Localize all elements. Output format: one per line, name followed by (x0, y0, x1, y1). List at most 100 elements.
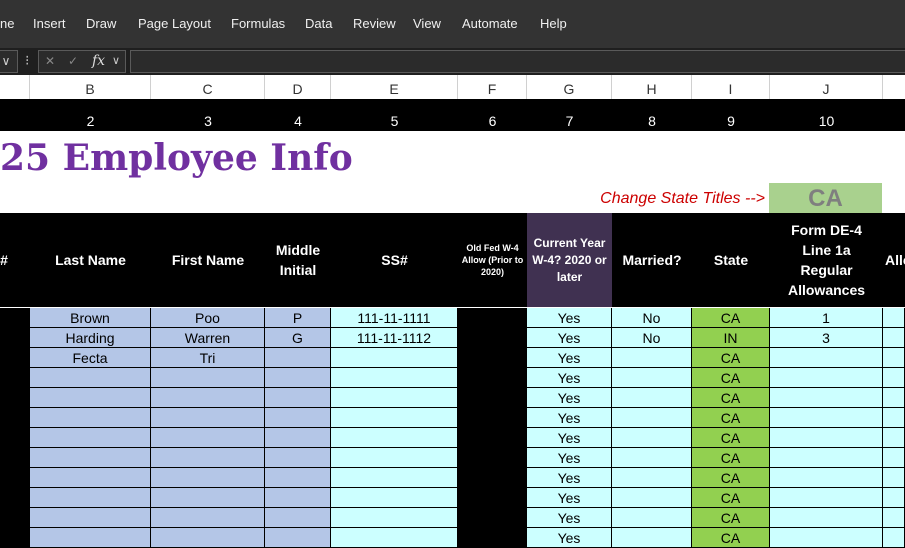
allowances-cell[interactable] (883, 428, 905, 448)
ssn-cell[interactable] (331, 408, 458, 428)
enter-icon[interactable]: ✓ (68, 54, 78, 68)
row-number-cell[interactable] (0, 508, 30, 528)
state-cell[interactable]: CA (692, 368, 770, 388)
row-number-cell[interactable] (0, 408, 30, 428)
state-cell[interactable]: CA (692, 528, 770, 548)
ssn-cell[interactable] (331, 448, 458, 468)
header-married[interactable]: Married? (612, 213, 692, 307)
last-name-cell[interactable] (30, 388, 151, 408)
header-current-year-w4[interactable]: Current Year W-4? 2020 or later (527, 213, 612, 307)
old-fed-cell[interactable] (458, 428, 527, 448)
married-cell[interactable] (612, 468, 692, 488)
state-cell[interactable]: CA (692, 348, 770, 368)
row-number-cell[interactable] (0, 308, 30, 328)
married-cell[interactable]: No (612, 308, 692, 328)
married-cell[interactable] (612, 448, 692, 468)
column-header-j[interactable]: J (770, 75, 883, 99)
allowances-cell[interactable] (883, 348, 905, 368)
column-header-b[interactable]: B (30, 75, 151, 99)
married-cell[interactable] (612, 348, 692, 368)
menu-review[interactable]: Review (353, 16, 396, 31)
de4-allowances-cell[interactable]: 3 (770, 328, 883, 348)
menu-formulas[interactable]: Formulas (231, 16, 285, 31)
state-cell[interactable]: CA (692, 408, 770, 428)
old-fed-cell[interactable] (458, 308, 527, 328)
row-number-cell[interactable] (0, 448, 30, 468)
first-name-cell[interactable]: Tri (151, 348, 265, 368)
first-name-cell[interactable] (151, 408, 265, 428)
state-cell[interactable]: CA (692, 508, 770, 528)
middle-initial-cell[interactable] (265, 468, 331, 488)
ssn-cell[interactable] (331, 368, 458, 388)
column-header-k[interactable] (883, 75, 905, 99)
header-last-name[interactable]: Last Name (30, 213, 151, 307)
state-cell[interactable]: CA (692, 428, 770, 448)
column-header-c[interactable]: C (151, 75, 265, 99)
menu-home[interactable]: ne (0, 16, 14, 31)
de4-allowances-cell[interactable] (770, 448, 883, 468)
middle-initial-cell[interactable] (265, 388, 331, 408)
current-year-cell[interactable]: Yes (527, 328, 612, 348)
insert-function-icon[interactable]: fx (92, 53, 105, 69)
first-name-cell[interactable] (151, 388, 265, 408)
middle-initial-cell[interactable]: P (265, 308, 331, 328)
name-box[interactable]: ∨ (0, 50, 18, 73)
row-number-cell[interactable] (0, 348, 30, 368)
last-name-cell[interactable] (30, 468, 151, 488)
first-name-cell[interactable] (151, 428, 265, 448)
ssn-cell[interactable] (331, 508, 458, 528)
middle-initial-cell[interactable] (265, 348, 331, 368)
last-name-cell[interactable] (30, 428, 151, 448)
current-year-cell[interactable]: Yes (527, 508, 612, 528)
middle-initial-cell[interactable] (265, 408, 331, 428)
allowances-cell[interactable] (883, 308, 905, 328)
menu-insert[interactable]: Insert (33, 16, 66, 31)
de4-allowances-cell[interactable] (770, 468, 883, 488)
married-cell[interactable]: No (612, 328, 692, 348)
first-name-cell[interactable] (151, 448, 265, 468)
last-name-cell[interactable] (30, 508, 151, 528)
header-first-name[interactable]: First Name (151, 213, 265, 307)
married-cell[interactable] (612, 428, 692, 448)
ssn-cell[interactable]: 111-11-1111 (331, 308, 458, 328)
ssn-cell[interactable] (331, 348, 458, 368)
ssn-cell[interactable] (331, 488, 458, 508)
current-year-cell[interactable]: Yes (527, 348, 612, 368)
old-fed-cell[interactable] (458, 348, 527, 368)
first-name-cell[interactable] (151, 488, 265, 508)
ssn-cell[interactable] (331, 528, 458, 548)
current-year-cell[interactable]: Yes (527, 388, 612, 408)
current-year-cell[interactable]: Yes (527, 528, 612, 548)
column-header-f[interactable]: F (458, 75, 527, 99)
state-cell[interactable]: CA (692, 488, 770, 508)
current-year-cell[interactable]: Yes (527, 488, 612, 508)
old-fed-cell[interactable] (458, 508, 527, 528)
de4-allowances-cell[interactable] (770, 388, 883, 408)
row-number-cell[interactable] (0, 368, 30, 388)
de4-allowances-cell[interactable] (770, 528, 883, 548)
allowances-cell[interactable] (883, 368, 905, 388)
middle-initial-cell[interactable] (265, 448, 331, 468)
de4-allowances-cell[interactable] (770, 508, 883, 528)
ssn-cell[interactable] (331, 428, 458, 448)
state-cell[interactable]: CA (692, 308, 770, 328)
formula-input[interactable] (130, 50, 905, 73)
last-name-cell[interactable]: Fecta (30, 348, 151, 368)
header-number[interactable]: # (0, 213, 14, 307)
married-cell[interactable] (612, 408, 692, 428)
first-name-cell[interactable]: Poo (151, 308, 265, 328)
row-number-cell[interactable] (0, 468, 30, 488)
ssn-cell[interactable] (331, 388, 458, 408)
last-name-cell[interactable]: Harding (30, 328, 151, 348)
old-fed-cell[interactable] (458, 408, 527, 428)
state-cell[interactable]: IN (692, 328, 770, 348)
last-name-cell[interactable] (30, 368, 151, 388)
current-year-cell[interactable]: Yes (527, 308, 612, 328)
old-fed-cell[interactable] (458, 388, 527, 408)
de4-allowances-cell[interactable] (770, 348, 883, 368)
allowances-cell[interactable] (883, 488, 905, 508)
first-name-cell[interactable]: Warren (151, 328, 265, 348)
last-name-cell[interactable] (30, 488, 151, 508)
chevron-down-icon[interactable]: ∨ (2, 54, 11, 68)
last-name-cell[interactable] (30, 408, 151, 428)
